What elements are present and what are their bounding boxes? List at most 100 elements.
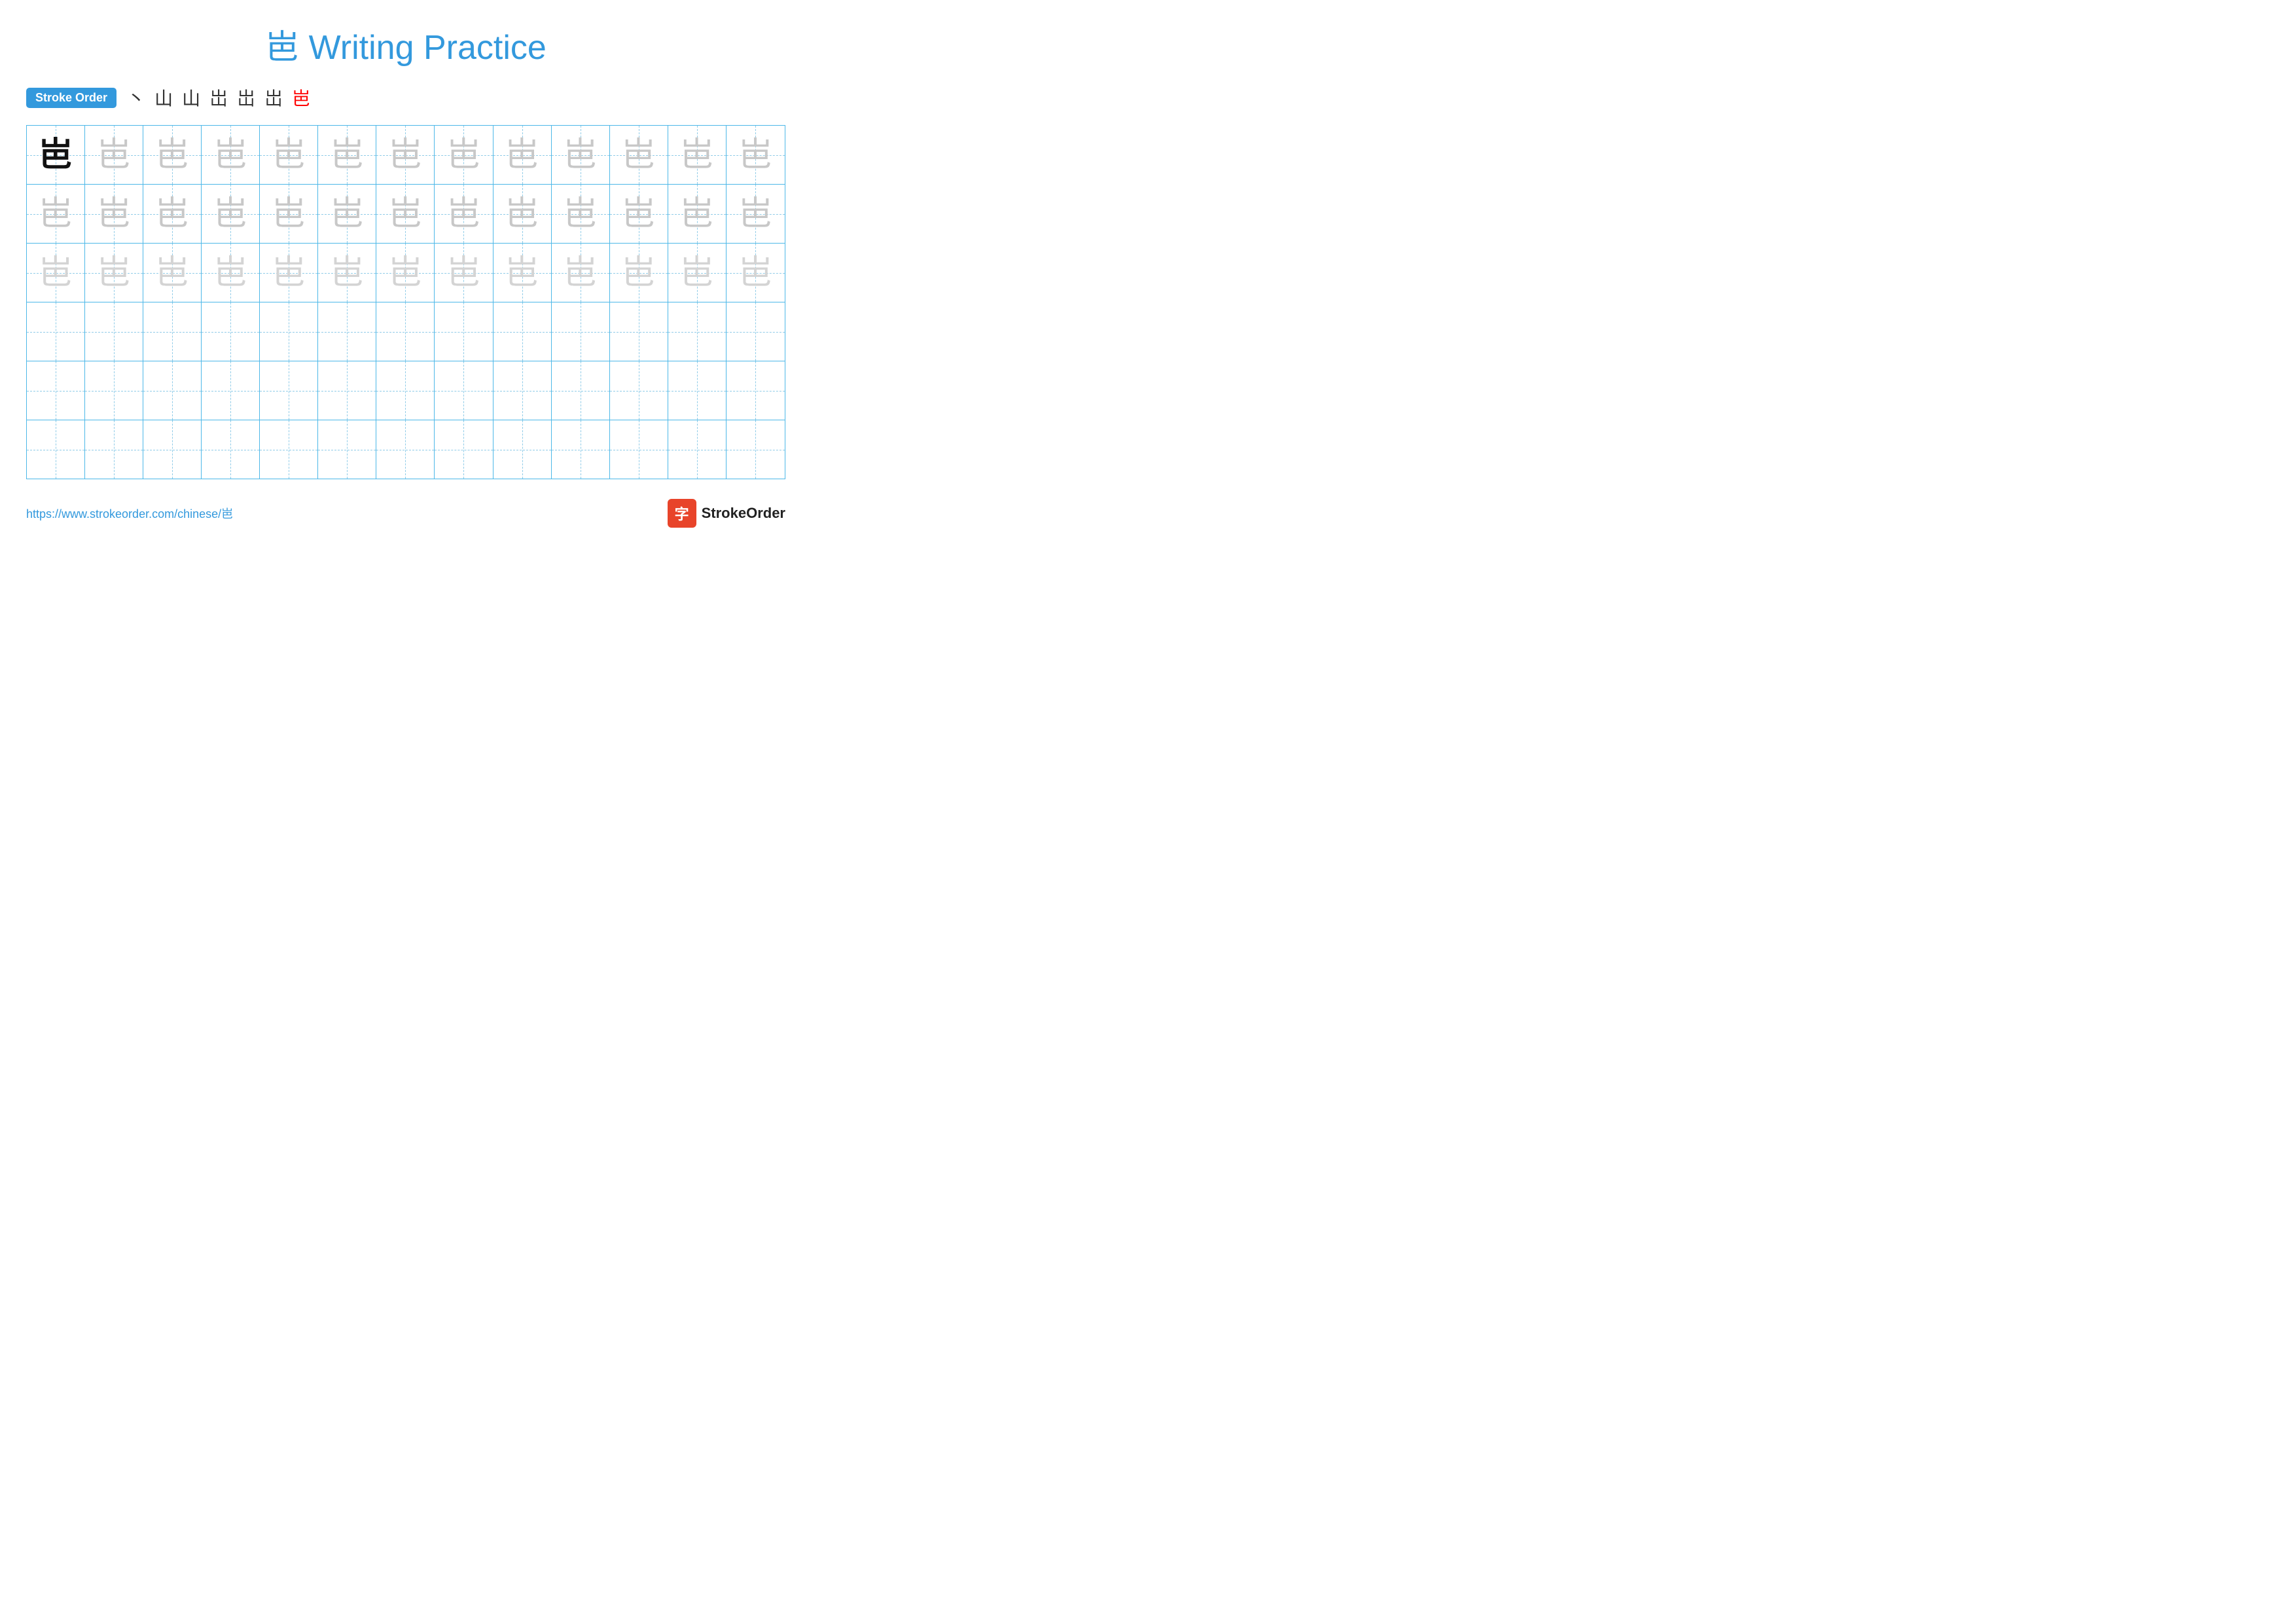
stroke-step-7: 岜 (292, 84, 310, 111)
grid-cell[interactable] (27, 420, 85, 479)
grid-row[interactable] (27, 361, 785, 420)
grid-cell[interactable] (668, 420, 726, 479)
grid-cell[interactable]: 岜 (668, 126, 726, 184)
grid-cell[interactable]: 岜 (85, 244, 143, 302)
grid-cell[interactable] (202, 302, 260, 361)
grid-cell[interactable] (318, 361, 376, 420)
grid-cell[interactable]: 岜 (435, 185, 493, 243)
grid-cell[interactable]: 岜 (27, 244, 85, 302)
grid-cell[interactable] (85, 361, 143, 420)
grid-cell[interactable] (493, 361, 552, 420)
grid-cell[interactable] (85, 420, 143, 479)
grid-row[interactable]: 岜岜岜岜岜岜岜岜岜岜岜岜岜 (27, 185, 785, 244)
grid-cell[interactable] (143, 361, 202, 420)
practice-grid[interactable]: 岜岜岜岜岜岜岜岜岜岜岜岜岜岜岜岜岜岜岜岜岜岜岜岜岜岜岜岜岜岜岜岜岜岜岜岜岜岜岜 (26, 125, 785, 479)
grid-cell[interactable] (260, 302, 318, 361)
practice-character: 岜 (330, 138, 364, 172)
grid-cell[interactable] (493, 302, 552, 361)
footer-url[interactable]: https://www.strokeorder.com/chinese/岜 (26, 505, 233, 522)
grid-row[interactable]: 岜岜岜岜岜岜岜岜岜岜岜岜岜 (27, 244, 785, 302)
grid-cell[interactable]: 岜 (610, 185, 668, 243)
grid-cell[interactable]: 岜 (726, 244, 785, 302)
grid-cell[interactable] (85, 302, 143, 361)
grid-cell[interactable]: 岜 (435, 126, 493, 184)
grid-cell[interactable]: 岜 (318, 244, 376, 302)
grid-cell[interactable] (726, 302, 785, 361)
grid-cell[interactable] (260, 420, 318, 479)
grid-cell[interactable] (143, 420, 202, 479)
practice-character: 岜 (213, 256, 247, 290)
grid-cell[interactable] (435, 361, 493, 420)
grid-cell[interactable]: 岜 (202, 244, 260, 302)
grid-cell[interactable]: 岜 (610, 244, 668, 302)
grid-cell[interactable] (435, 302, 493, 361)
grid-cell[interactable] (552, 302, 610, 361)
grid-cell[interactable] (435, 420, 493, 479)
grid-cell[interactable]: 岜 (552, 244, 610, 302)
grid-cell[interactable] (27, 302, 85, 361)
grid-cell[interactable]: 岜 (143, 126, 202, 184)
grid-row[interactable] (27, 302, 785, 361)
grid-cell[interactable]: 岜 (552, 185, 610, 243)
grid-cell[interactable]: 岜 (726, 185, 785, 243)
grid-cell[interactable] (202, 420, 260, 479)
grid-cell[interactable]: 岜 (552, 126, 610, 184)
practice-character: 岜 (446, 138, 480, 172)
grid-cell[interactable]: 岜 (27, 185, 85, 243)
grid-cell[interactable] (610, 420, 668, 479)
grid-cell[interactable]: 岜 (435, 244, 493, 302)
grid-cell[interactable]: 岜 (85, 126, 143, 184)
practice-character: 岜 (330, 197, 364, 231)
grid-cell[interactable]: 岜 (143, 185, 202, 243)
grid-cell[interactable]: 岜 (493, 126, 552, 184)
grid-cell[interactable]: 岜 (726, 126, 785, 184)
practice-character: 岜 (272, 138, 306, 172)
grid-cell[interactable] (202, 361, 260, 420)
grid-cell[interactable] (668, 302, 726, 361)
grid-cell[interactable]: 岜 (260, 185, 318, 243)
grid-cell[interactable]: 岜 (493, 244, 552, 302)
grid-cell[interactable] (376, 420, 435, 479)
grid-row[interactable]: 岜岜岜岜岜岜岜岜岜岜岜岜岜 (27, 126, 785, 185)
grid-cell[interactable] (610, 361, 668, 420)
grid-cell[interactable] (668, 361, 726, 420)
practice-character: 岜 (155, 197, 189, 231)
grid-row[interactable] (27, 420, 785, 479)
grid-cell[interactable] (493, 420, 552, 479)
grid-cell[interactable]: 岜 (493, 185, 552, 243)
grid-cell[interactable]: 岜 (318, 185, 376, 243)
grid-cell[interactable]: 岜 (318, 126, 376, 184)
title-label: Writing Practice (309, 29, 547, 67)
grid-cell[interactable]: 岜 (260, 126, 318, 184)
grid-cell[interactable] (376, 361, 435, 420)
grid-cell[interactable] (260, 361, 318, 420)
grid-cell[interactable]: 岜 (27, 126, 85, 184)
grid-cell[interactable] (610, 302, 668, 361)
grid-cell[interactable]: 岜 (376, 185, 435, 243)
grid-cell[interactable]: 岜 (376, 126, 435, 184)
practice-character: 岜 (388, 197, 422, 231)
grid-cell[interactable]: 岜 (85, 185, 143, 243)
grid-cell[interactable] (552, 420, 610, 479)
page-title: 岜 Writing Practice (265, 29, 547, 67)
grid-cell[interactable] (726, 420, 785, 479)
grid-cell[interactable]: 岜 (143, 244, 202, 302)
grid-cell[interactable]: 岜 (260, 244, 318, 302)
grid-cell[interactable] (552, 361, 610, 420)
grid-cell[interactable] (726, 361, 785, 420)
grid-cell[interactable]: 岜 (610, 126, 668, 184)
grid-cell[interactable]: 岜 (202, 126, 260, 184)
stroke-order-badge[interactable]: Stroke Order (26, 88, 117, 108)
grid-cell[interactable]: 岜 (376, 244, 435, 302)
grid-cell[interactable] (143, 302, 202, 361)
grid-cell[interactable] (318, 302, 376, 361)
grid-cell[interactable]: 岜 (668, 244, 726, 302)
grid-cell[interactable] (27, 361, 85, 420)
grid-cell[interactable]: 岜 (202, 185, 260, 243)
grid-cell[interactable] (318, 420, 376, 479)
grid-cell[interactable] (376, 302, 435, 361)
practice-character: 岜 (97, 256, 131, 290)
practice-character: 岜 (738, 197, 772, 231)
grid-cell[interactable]: 岜 (668, 185, 726, 243)
practice-character: 岜 (446, 197, 480, 231)
